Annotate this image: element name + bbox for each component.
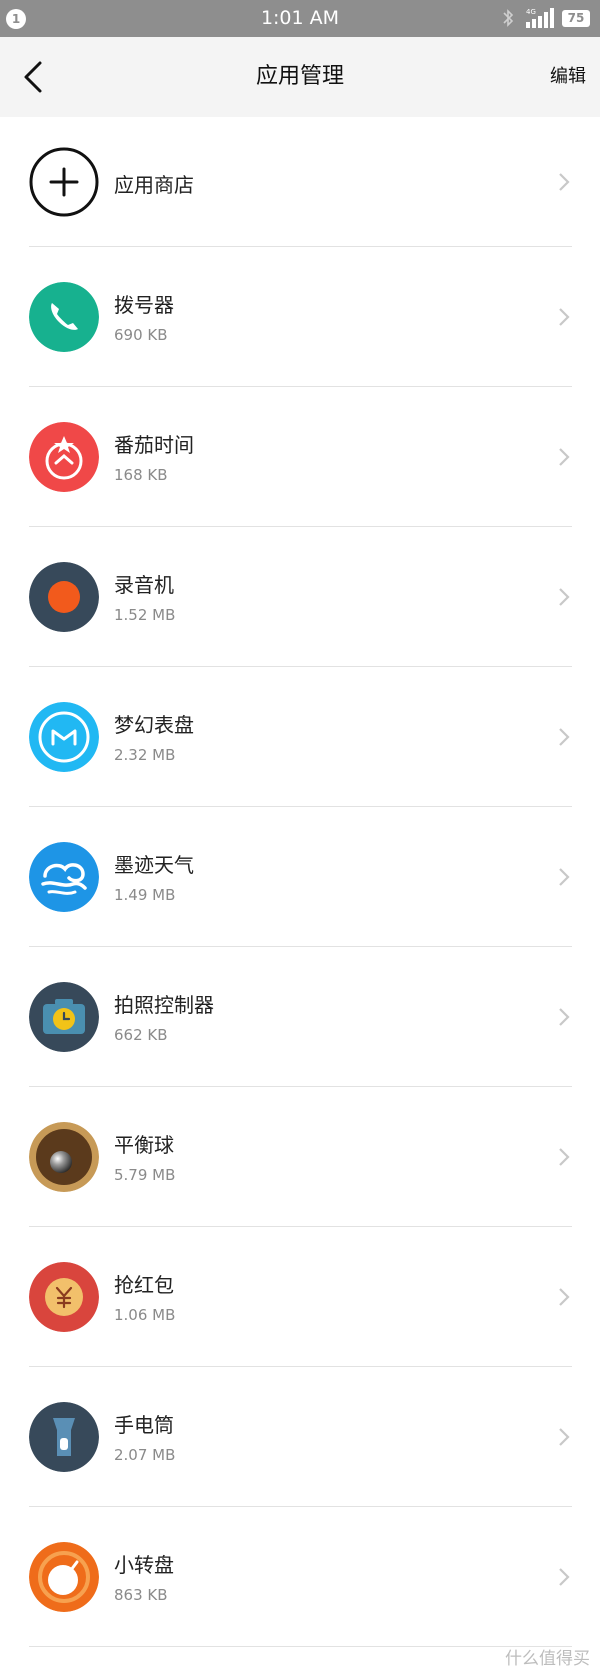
list-item-app-store[interactable]: 应用商店 bbox=[0, 117, 600, 247]
app-size: 168 KB bbox=[114, 466, 168, 484]
list-item-balance-ball[interactable]: 平衡球 5.79 MB bbox=[0, 1087, 600, 1227]
chevron-right-icon bbox=[559, 448, 570, 466]
app-list: 应用商店 拨号器 690 KB 番茄时间 168 KB 录音机 1.52 MB bbox=[0, 117, 600, 1647]
app-name: 平衡球 bbox=[114, 1133, 174, 1157]
app-size: 690 KB bbox=[114, 326, 168, 344]
flashlight-icon bbox=[29, 1402, 99, 1472]
app-name: 梦幻表盘 bbox=[114, 713, 194, 737]
app-size: 1.49 MB bbox=[114, 886, 176, 904]
edit-button[interactable]: 编辑 bbox=[550, 37, 586, 117]
app-size: 1.06 MB bbox=[114, 1306, 176, 1324]
app-name: 录音机 bbox=[114, 573, 174, 597]
app-name: 应用商店 bbox=[114, 173, 194, 197]
signal-icon: 4G bbox=[526, 8, 554, 28]
chevron-right-icon bbox=[559, 728, 570, 746]
chevron-right-icon bbox=[559, 1568, 570, 1586]
chevron-right-icon bbox=[559, 1288, 570, 1306]
app-name: 墨迹天气 bbox=[114, 853, 194, 877]
recorder-icon bbox=[29, 562, 99, 632]
network-type-label: 4G bbox=[526, 8, 536, 16]
list-item-weather[interactable]: 墨迹天气 1.49 MB bbox=[0, 807, 600, 947]
list-item-spinner[interactable]: 小转盘 863 KB bbox=[0, 1507, 600, 1647]
app-size: 2.32 MB bbox=[114, 746, 176, 764]
weather-icon bbox=[29, 842, 99, 912]
chevron-right-icon bbox=[559, 588, 570, 606]
app-name: 拍照控制器 bbox=[114, 993, 214, 1017]
divider bbox=[29, 1646, 572, 1647]
list-item-flashlight[interactable]: 手电筒 2.07 MB bbox=[0, 1367, 600, 1507]
spinner-icon bbox=[29, 1542, 99, 1612]
chevron-right-icon bbox=[559, 173, 570, 191]
app-name: 手电筒 bbox=[114, 1413, 174, 1437]
page-title: 应用管理 bbox=[255, 64, 344, 89]
app-name: 小转盘 bbox=[114, 1553, 174, 1577]
list-item-recorder[interactable]: 录音机 1.52 MB bbox=[0, 527, 600, 667]
app-name: 拨号器 bbox=[114, 293, 174, 317]
list-item-tomato-timer[interactable]: 番茄时间 168 KB bbox=[0, 387, 600, 527]
red-envelope-icon bbox=[29, 1262, 99, 1332]
list-item-red-envelope[interactable]: 抢红包 1.06 MB bbox=[0, 1227, 600, 1367]
chevron-right-icon bbox=[559, 1008, 570, 1026]
app-size: 863 KB bbox=[114, 1586, 168, 1604]
chevron-right-icon bbox=[559, 1428, 570, 1446]
balance-ball-icon bbox=[29, 1122, 99, 1192]
phone-icon bbox=[29, 282, 99, 352]
app-name: 抢红包 bbox=[114, 1273, 174, 1297]
app-size: 662 KB bbox=[114, 1026, 168, 1044]
watermark: 什么值得买 bbox=[505, 1649, 590, 1669]
camera-timer-icon bbox=[29, 982, 99, 1052]
list-item-camera-controller[interactable]: 拍照控制器 662 KB bbox=[0, 947, 600, 1087]
bluetooth-icon bbox=[503, 9, 514, 27]
header-bar: 应用管理 编辑 bbox=[0, 37, 600, 117]
add-circle-icon bbox=[29, 147, 99, 217]
chevron-right-icon bbox=[559, 308, 570, 326]
app-size: 2.07 MB bbox=[114, 1446, 176, 1464]
list-item-watchface[interactable]: 梦幻表盘 2.32 MB bbox=[0, 667, 600, 807]
app-name: 番茄时间 bbox=[114, 433, 194, 457]
tomato-timer-icon bbox=[29, 422, 99, 492]
chevron-right-icon bbox=[559, 1148, 570, 1166]
battery-icon: 75 bbox=[562, 10, 590, 27]
app-size: 5.79 MB bbox=[114, 1166, 176, 1184]
list-item-dialer[interactable]: 拨号器 690 KB bbox=[0, 247, 600, 387]
chevron-right-icon bbox=[559, 868, 570, 886]
watchface-icon bbox=[29, 702, 99, 772]
app-size: 1.52 MB bbox=[114, 606, 176, 624]
status-bar: 1 1:01 AM 4G 75 bbox=[0, 0, 600, 37]
